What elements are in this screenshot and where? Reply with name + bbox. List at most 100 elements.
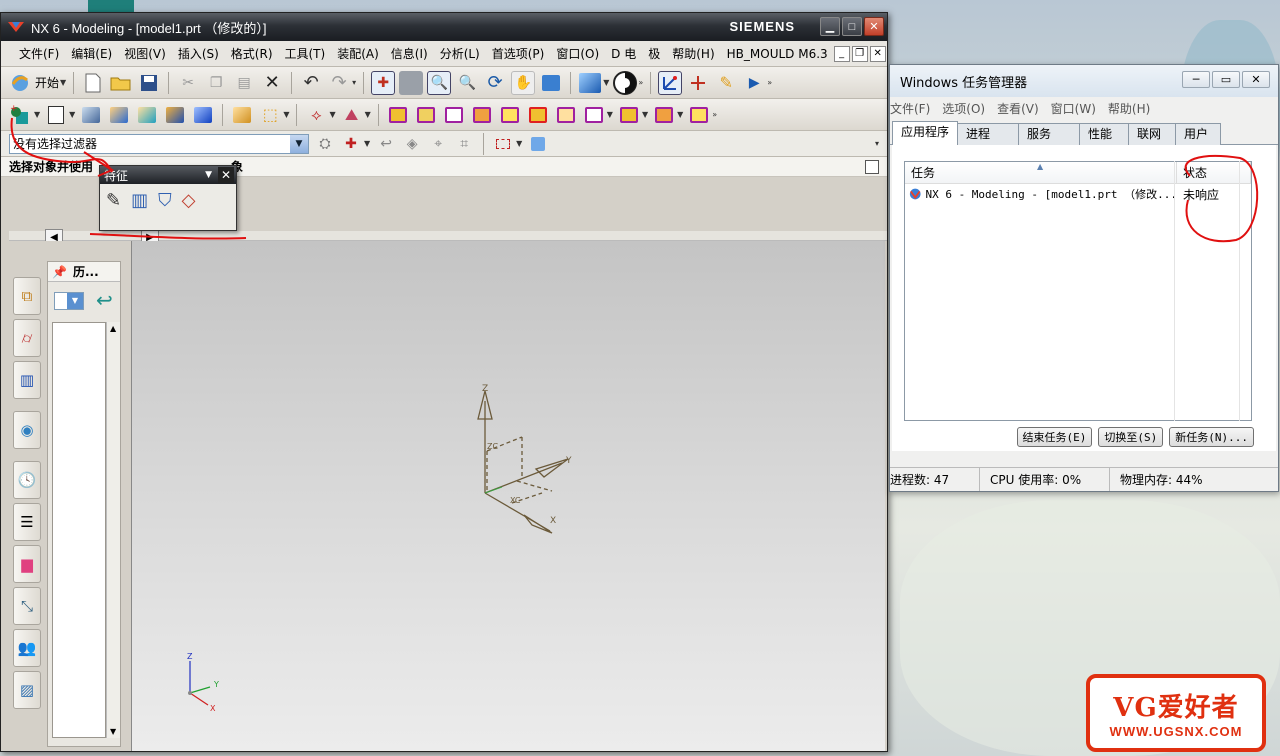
- type-filter-combo[interactable]: 没有选择过滤器 ▼: [9, 133, 309, 154]
- task-column-header[interactable]: 任务 ▲: [905, 162, 1177, 183]
- tm-menu-options[interactable]: 选项(O): [942, 100, 985, 117]
- blend-dropdown-icon[interactable]: ▼: [283, 110, 289, 119]
- mould-tool-3-icon[interactable]: [442, 103, 466, 127]
- history-tab[interactable]: 🕓: [13, 461, 41, 499]
- desktop-icon[interactable]: [88, 0, 134, 12]
- copy-icon[interactable]: ❐: [204, 71, 228, 95]
- mould-tool-8-icon[interactable]: [582, 103, 606, 127]
- palette-tab[interactable]: ▆: [13, 545, 41, 583]
- delete-icon[interactable]: ✕: [260, 71, 284, 95]
- floating-toolbar-title-bar[interactable]: 特征 ▼ ✕: [100, 166, 236, 184]
- mould-dropdown-icon[interactable]: ▼: [642, 110, 648, 119]
- sketch-dropdown-icon[interactable]: ▼: [34, 110, 40, 119]
- save-icon[interactable]: [137, 71, 161, 95]
- select-feature-icon[interactable]: ◈: [402, 132, 422, 156]
- nx-title-bar[interactable]: NX 6 - Modeling - [model1.prt （修改的）] SIE…: [1, 13, 887, 41]
- mould-tool-9-icon[interactable]: [617, 103, 641, 127]
- csys-icon[interactable]: [686, 71, 710, 95]
- sheet-body-icon[interactable]: ▥: [131, 190, 148, 211]
- minimize-button[interactable]: ▁: [820, 17, 840, 36]
- new-task-button[interactable]: 新任务(N)...: [1169, 427, 1254, 447]
- horizontal-scrollbar[interactable]: ◀ ▶: [9, 229, 887, 247]
- toolbar-overflow-icon[interactable]: »: [712, 110, 717, 119]
- toolbar-overflow-icon[interactable]: »: [638, 78, 643, 87]
- mdi-minimize-button[interactable]: _: [833, 45, 850, 62]
- tab-performance[interactable]: 性能: [1079, 123, 1130, 145]
- mould-dropdown-icon[interactable]: ▼: [607, 110, 613, 119]
- select-edge-icon[interactable]: ⌗: [454, 132, 474, 156]
- history-filter-combo[interactable]: ▼: [54, 292, 84, 310]
- sketch-edit-icon[interactable]: ✎: [106, 190, 121, 211]
- revolve-icon[interactable]: [163, 103, 187, 127]
- chevron-down-icon[interactable]: ▼: [67, 293, 83, 309]
- tm-minimize-button[interactable]: ─: [1182, 71, 1210, 88]
- tm-menu-window[interactable]: 窗口(W): [1051, 100, 1096, 117]
- mould-tool-7-icon[interactable]: [554, 103, 578, 127]
- tab-services[interactable]: 服务: [1018, 123, 1081, 145]
- orient-dropdown-icon[interactable]: ▼: [603, 78, 609, 87]
- tm-menu-help[interactable]: 帮助(H): [1108, 100, 1150, 117]
- reuse-library-tab[interactable]: ◉: [13, 411, 41, 449]
- zoom-region-icon[interactable]: 🔍: [427, 70, 452, 95]
- constraint-navigator-tab[interactable]: ⌭: [13, 319, 41, 357]
- menu-hb-mould[interactable]: HB_MOULD M6.3: [721, 47, 834, 61]
- task-manager-title-bar[interactable]: Windows 任务管理器 ─ ▭ ✕: [890, 65, 1278, 97]
- tab-processes[interactable]: 进程: [957, 123, 1020, 145]
- datum-icon[interactable]: ✎: [714, 71, 738, 95]
- close-icon[interactable]: ✕: [218, 167, 234, 183]
- chevron-down-icon[interactable]: ▼: [290, 134, 308, 153]
- maximize-button[interactable]: □: [842, 17, 862, 36]
- redo-icon[interactable]: ↷: [327, 71, 351, 95]
- block-icon[interactable]: [107, 103, 131, 127]
- menu-file[interactable]: 文件(F): [13, 45, 65, 62]
- menu-assembly[interactable]: 装配(A): [331, 45, 385, 62]
- undo-icon[interactable]: ↶: [299, 71, 323, 95]
- start-dropdown-icon[interactable]: ▼: [60, 78, 66, 87]
- menu-edit[interactable]: 编辑(E): [65, 45, 118, 62]
- mould-tool-2-icon[interactable]: [414, 103, 438, 127]
- select-body-icon[interactable]: [528, 132, 548, 156]
- edge-blend-icon[interactable]: ⬚: [258, 103, 282, 127]
- status-options-icon[interactable]: [865, 159, 879, 174]
- new-file-icon[interactable]: [81, 71, 105, 95]
- shield-body-icon[interactable]: ⛉: [158, 190, 172, 211]
- run-icon[interactable]: ▶: [742, 71, 766, 95]
- tab-applications[interactable]: 应用程序: [892, 121, 959, 145]
- tm-maximize-button[interactable]: ▭: [1212, 71, 1240, 88]
- extrude-icon[interactable]: [79, 103, 103, 127]
- boolean-icon[interactable]: [230, 103, 254, 127]
- system-scene-tab[interactable]: ▨: [13, 671, 41, 709]
- curve-dropdown-icon[interactable]: ▼: [329, 110, 335, 119]
- system-materials-tab[interactable]: ☰: [13, 503, 41, 541]
- menu-window[interactable]: 窗口(O): [550, 45, 605, 62]
- menu-preferences[interactable]: 首选项(P): [486, 45, 551, 62]
- assembly-navigator-tab[interactable]: ⧉: [13, 277, 41, 315]
- snap-dropdown-icon[interactable]: ▼: [364, 139, 370, 148]
- menu-electrode[interactable]: D 电: [605, 45, 642, 62]
- orient-view-icon[interactable]: [578, 71, 602, 95]
- task-row[interactable]: NX 6 - Modeling - [model1.prt （修改... 未响应: [905, 184, 1251, 204]
- grid-surface-icon[interactable]: ◇: [182, 190, 196, 211]
- tm-menu-view[interactable]: 查看(V): [997, 100, 1039, 117]
- open-folder-icon[interactable]: [109, 71, 133, 95]
- fit-view-icon[interactable]: ✚: [371, 70, 396, 95]
- menu-help[interactable]: 帮助(H): [666, 45, 720, 62]
- snap-point-icon[interactable]: ✚: [341, 132, 361, 156]
- toolbar-overflow-icon[interactable]: »: [767, 78, 772, 87]
- tm-close-button[interactable]: ✕: [1242, 71, 1270, 88]
- deselect-icon[interactable]: ↩: [376, 132, 396, 156]
- perspective-icon[interactable]: [539, 71, 563, 95]
- pin-icon[interactable]: 📌: [52, 265, 67, 279]
- mould-tool-10-icon[interactable]: [652, 103, 676, 127]
- back-arrow-icon[interactable]: ↩: [96, 288, 113, 312]
- toolbar-overflow-icon[interactable]: ▾: [875, 139, 879, 148]
- menu-format[interactable]: 格式(R): [225, 45, 279, 62]
- mould-tool-4-icon[interactable]: [470, 103, 494, 127]
- select-face-icon[interactable]: ⌖: [428, 132, 448, 156]
- rectangle-icon[interactable]: [44, 103, 68, 127]
- cut-icon[interactable]: ✂: [176, 71, 200, 95]
- mdi-close-button[interactable]: ✕: [869, 45, 886, 62]
- sketch-icon[interactable]: +: [9, 103, 33, 127]
- roles-tab[interactable]: 👥: [13, 629, 41, 667]
- rotate-icon[interactable]: ⟳: [483, 71, 507, 95]
